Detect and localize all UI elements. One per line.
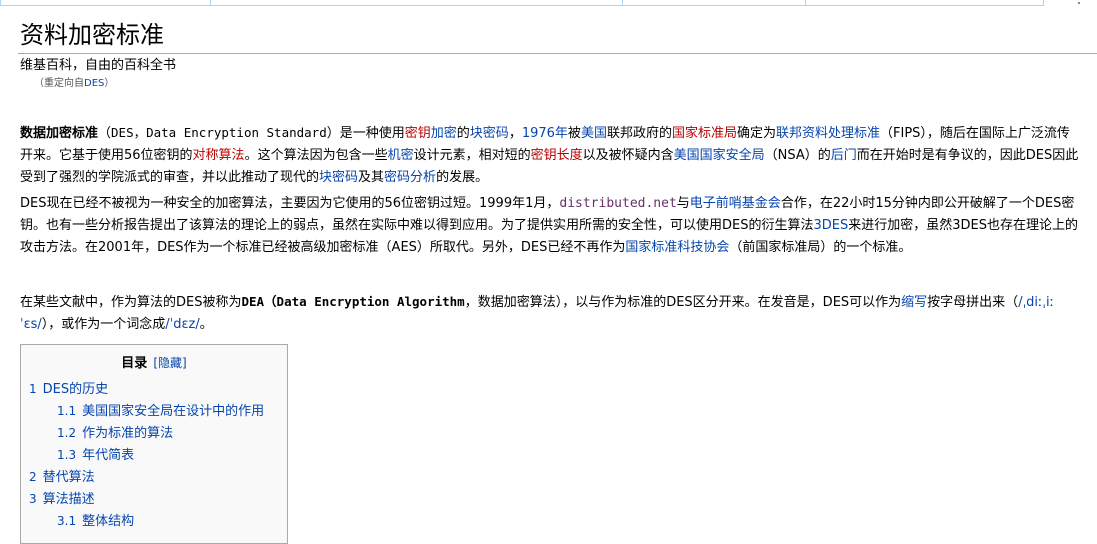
toc-label: 替代算法: [42, 470, 95, 485]
text-run: （: [98, 126, 112, 141]
tab-marker: [1078, 2, 1080, 4]
toc-number: 3: [29, 492, 37, 506]
text-run: （NSA）的: [764, 148, 831, 163]
link-key[interactable]: 密钥: [405, 126, 431, 141]
redirect-notice: （重定向自DES）: [34, 77, 114, 91]
text-run: 按字母拼出来（: [927, 295, 1019, 310]
toc-toggle-button[interactable]: [隐藏]: [153, 356, 186, 370]
tab-bar-border: [0, 0, 1044, 6]
toc-label: 整体结构: [82, 514, 135, 529]
toc-item[interactable]: 3 算法描述: [29, 489, 95, 510]
link-secret[interactable]: 机密: [388, 148, 414, 163]
link-cryptanalysis[interactable]: 密码分析: [384, 170, 436, 185]
text-run: 的: [456, 126, 470, 141]
toc-label: DES的历史: [42, 382, 109, 397]
toc-number: 1: [29, 382, 37, 396]
page-title: 资料加密标准: [20, 21, 164, 49]
link-backdoor[interactable]: 后门: [831, 148, 857, 163]
toc-item[interactable]: 3.1 整体结构: [57, 511, 134, 532]
heading-divider: [18, 53, 1097, 54]
text-run: 。这个算法因为包含一些: [244, 148, 388, 163]
toc-number: 1.1: [57, 404, 77, 418]
toc-label: 算法描述: [42, 492, 95, 507]
text-run: 与: [676, 196, 690, 211]
link-key-length[interactable]: 密钥长度: [531, 148, 583, 163]
text-run: DES现在已经不被视为一种安全的加密算法，主要因为它使用的56位密钥过短。199…: [20, 196, 560, 211]
link-fips[interactable]: 联邦资料处理标准: [776, 126, 880, 141]
tab-divider: [210, 0, 211, 6]
tab-divider: [805, 0, 806, 6]
link-block-cipher[interactable]: 块密码: [470, 126, 509, 141]
text-run: 被: [567, 126, 581, 141]
text-run: 确定为: [736, 126, 776, 141]
intro-paragraph-1: 数据加密标准（DES，Data Encryption Standard）是一种使…: [20, 122, 1082, 189]
text-run: ）是一种使用: [326, 126, 405, 141]
link-ipa-word[interactable]: /ˈdɛz/: [165, 317, 199, 332]
text-run: 在某些文献中，作为算法的DES被称为: [20, 295, 242, 310]
text-run: 以及被怀疑内含: [582, 148, 674, 163]
toc-label: 作为标准的算法: [82, 426, 174, 441]
toc-item[interactable]: 1.1 美国国家安全局在设计中的作用: [57, 401, 264, 422]
tab-divider: [622, 0, 623, 6]
top-tab-strip: [0, 0, 1097, 8]
site-subtitle: 维基百科，自由的百科全书: [20, 58, 177, 73]
text-run: 设计元素，相对短的: [413, 148, 531, 163]
link-nbs[interactable]: 国家标准局: [672, 126, 737, 141]
link-distributed-net[interactable]: distributed.net: [559, 196, 676, 211]
term-latin: DES，Data Encryption Standard: [111, 125, 327, 140]
link-usa[interactable]: 美国: [581, 126, 607, 141]
toc-item[interactable]: 1.3 年代简表: [57, 445, 134, 466]
text-run: （前国家标准局）的一个标准。: [729, 240, 912, 255]
text-run: ，数据加密算法），以与作为标准的DES区分开来。在发音是，DES可以作为: [464, 295, 902, 310]
text-run: 及其: [358, 170, 385, 185]
redirect-prefix: （重定向自: [34, 78, 84, 89]
text-run: 联邦政府的: [606, 126, 672, 141]
link-nsa[interactable]: 美国国家安全局: [674, 148, 765, 163]
toc-item[interactable]: 1 DES的历史: [29, 379, 108, 400]
toc-number: 1.3: [57, 448, 77, 462]
toc-number: 1.2: [57, 426, 77, 440]
term-dea: DEA（Data Encryption Algorithm: [241, 294, 465, 309]
link-nist[interactable]: 国家标准科技协会: [625, 240, 729, 255]
link-1976[interactable]: 1976年: [522, 126, 568, 141]
text-run: 的发展。: [436, 170, 489, 185]
redirect-suffix: ）: [104, 78, 115, 89]
toc-number: 3.1: [57, 514, 77, 528]
link-eff[interactable]: 电子前哨基金会: [690, 196, 781, 211]
text-run: ，: [508, 126, 522, 141]
toc-title: 目录: [121, 356, 148, 371]
term-bold: 数据加密标准: [20, 126, 99, 141]
toc-label: 年代简表: [82, 448, 135, 463]
link-3des[interactable]: 3DES: [813, 218, 848, 233]
toc-number: 2: [29, 470, 37, 484]
text-run: ），或作为一个词念成: [41, 317, 166, 332]
toc-item[interactable]: 2 替代算法: [29, 467, 95, 488]
redirect-source-link[interactable]: DES: [84, 78, 104, 89]
toc-item[interactable]: 1.2 作为标准的算法: [57, 423, 173, 444]
intro-paragraph-3: 在某些文献中，作为算法的DES被称为DEA（Data Encryption Al…: [20, 291, 1082, 336]
link-encryption[interactable]: 加密: [431, 126, 457, 141]
link-symmetric[interactable]: 对称算法: [193, 148, 245, 163]
toc-label: 美国国家安全局在设计中的作用: [82, 404, 265, 419]
table-of-contents: 目录 [隐藏] 1 DES的历史 1.1 美国国家安全局在设计中的作用 1.2 作为标准…: [20, 344, 288, 544]
intro-paragraph-2: DES现在已经不被视为一种安全的加密算法，主要因为它使用的56位密钥过短。199…: [20, 193, 1082, 259]
link-abbreviation[interactable]: 缩写: [901, 295, 927, 310]
link-block-cipher-2[interactable]: 块密码: [319, 170, 358, 185]
toc-header: 目录 [隐藏]: [21, 353, 287, 374]
text-run: 。: [199, 317, 213, 332]
